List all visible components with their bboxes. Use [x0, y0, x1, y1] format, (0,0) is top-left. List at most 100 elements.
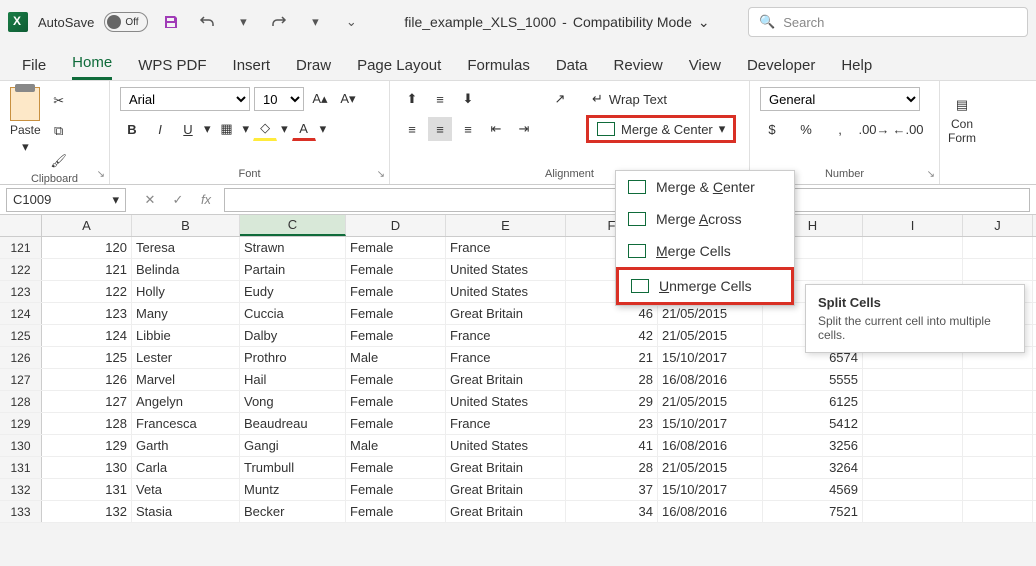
clipboard-launcher-icon[interactable]: ↘	[97, 169, 105, 180]
wrap-text-button[interactable]: ↵ Wrap Text	[586, 87, 736, 111]
tab-help[interactable]: Help	[841, 57, 872, 80]
cell[interactable]	[963, 501, 1033, 522]
row-header[interactable]: 128	[0, 391, 42, 412]
cell[interactable]: Garth	[132, 435, 240, 456]
tab-formulas[interactable]: Formulas	[467, 57, 530, 80]
cell[interactable]: 16/08/2016	[658, 369, 763, 390]
cell[interactable]: 21/05/2015	[658, 457, 763, 478]
increase-decimal-button[interactable]: .00→	[862, 117, 886, 141]
cell[interactable]: Angelyn	[132, 391, 240, 412]
redo-dropdown[interactable]: ▾	[302, 9, 328, 35]
number-launcher-icon[interactable]: ↘	[927, 169, 935, 180]
cell[interactable]: Great Britain	[446, 501, 566, 522]
column-header-J[interactable]: J	[963, 215, 1033, 236]
undo-dropdown[interactable]: ▾	[230, 9, 256, 35]
autosave-toggle[interactable]: Off	[104, 12, 148, 32]
cell[interactable]: 23	[566, 413, 658, 434]
font-name-select[interactable]: Arial	[120, 87, 250, 111]
cell[interactable]: Strawn	[240, 237, 346, 258]
paste-dropdown[interactable]: ▾	[22, 139, 29, 155]
row-header[interactable]: 131	[0, 457, 42, 478]
cell[interactable]: 46	[566, 303, 658, 324]
decrease-indent-button[interactable]: ⇤	[484, 117, 508, 141]
cell[interactable]	[863, 479, 963, 500]
row-header[interactable]: 133	[0, 501, 42, 522]
cell[interactable]: 6125	[763, 391, 863, 412]
column-header-E[interactable]: E	[446, 215, 566, 236]
cell[interactable]: Dalby	[240, 325, 346, 346]
qat-customize[interactable]: ⌄	[338, 9, 364, 35]
cell[interactable]	[963, 391, 1033, 412]
cell[interactable]	[963, 479, 1033, 500]
fontcolor-dropdown[interactable]: ▾	[320, 121, 327, 137]
cell[interactable]	[863, 259, 963, 280]
cell[interactable]	[863, 369, 963, 390]
align-middle-button[interactable]: ≡	[428, 87, 452, 111]
tab-view[interactable]: View	[689, 57, 721, 80]
cell[interactable]: Trumbull	[240, 457, 346, 478]
cell[interactable]: 124	[42, 325, 132, 346]
increase-font-button[interactable]: A▴	[308, 87, 332, 111]
cell[interactable]	[863, 501, 963, 522]
cell[interactable]: 5412	[763, 413, 863, 434]
cell[interactable]: 42	[566, 325, 658, 346]
tab-wps-pdf[interactable]: WPS PDF	[138, 57, 206, 80]
cell[interactable]: 123	[42, 303, 132, 324]
cell[interactable]: 37	[566, 479, 658, 500]
cell[interactable]: Teresa	[132, 237, 240, 258]
cell[interactable]: Libbie	[132, 325, 240, 346]
merge-menu-item-2[interactable]: Merge Cells	[616, 235, 794, 267]
cell[interactable]: Muntz	[240, 479, 346, 500]
cell[interactable]: 5555	[763, 369, 863, 390]
cell[interactable]: Female	[346, 303, 446, 324]
cell[interactable]: 132	[42, 501, 132, 522]
cell[interactable]: Many	[132, 303, 240, 324]
cell[interactable]: Great Britain	[446, 369, 566, 390]
cell[interactable]	[963, 259, 1033, 280]
accounting-format-button[interactable]: $	[760, 117, 784, 141]
bold-button[interactable]: B	[120, 117, 144, 141]
italic-button[interactable]: I	[148, 117, 172, 141]
fill-color-button[interactable]: ◇	[253, 117, 277, 141]
cell[interactable]: 122	[42, 281, 132, 302]
cell[interactable]: Male	[346, 435, 446, 456]
borders-button[interactable]: ▦	[215, 117, 239, 141]
tab-file[interactable]: File	[22, 57, 46, 80]
align-center-button[interactable]: ≡	[428, 117, 452, 141]
font-launcher-icon[interactable]: ↘	[377, 169, 385, 180]
cell[interactable]: 3256	[763, 435, 863, 456]
cell[interactable]: France	[446, 325, 566, 346]
row-header[interactable]: 126	[0, 347, 42, 368]
fill-dropdown[interactable]: ▾	[281, 121, 288, 137]
increase-indent-button[interactable]: ⇥	[512, 117, 536, 141]
number-format-select[interactable]: General	[760, 87, 920, 111]
cell[interactable]	[963, 457, 1033, 478]
cell[interactable]: United States	[446, 259, 566, 280]
tab-home[interactable]: Home	[72, 54, 112, 80]
cell[interactable]: 21	[566, 347, 658, 368]
cell[interactable]: Beaudreau	[240, 413, 346, 434]
cell[interactable]: France	[446, 347, 566, 368]
cell[interactable]	[963, 369, 1033, 390]
cell[interactable]	[863, 413, 963, 434]
cell[interactable]: 127	[42, 391, 132, 412]
cell[interactable]: Holly	[132, 281, 240, 302]
cell[interactable]: 15/10/2017	[658, 479, 763, 500]
cell[interactable]: 128	[42, 413, 132, 434]
cell[interactable]: France	[446, 413, 566, 434]
cell[interactable]: 129	[42, 435, 132, 456]
tab-data[interactable]: Data	[556, 57, 588, 80]
cell[interactable]	[863, 457, 963, 478]
cell[interactable]: United States	[446, 391, 566, 412]
font-size-select[interactable]: 10	[254, 87, 304, 111]
cell[interactable]: Female	[346, 413, 446, 434]
cell[interactable]: Belinda	[132, 259, 240, 280]
tab-draw[interactable]: Draw	[296, 57, 331, 80]
cell[interactable]: 15/10/2017	[658, 347, 763, 368]
borders-dropdown[interactable]: ▾	[243, 121, 250, 137]
tab-insert[interactable]: Insert	[233, 57, 271, 80]
cell[interactable]: Female	[346, 259, 446, 280]
cell[interactable]	[963, 237, 1033, 258]
cell[interactable]	[863, 391, 963, 412]
row-header[interactable]: 127	[0, 369, 42, 390]
